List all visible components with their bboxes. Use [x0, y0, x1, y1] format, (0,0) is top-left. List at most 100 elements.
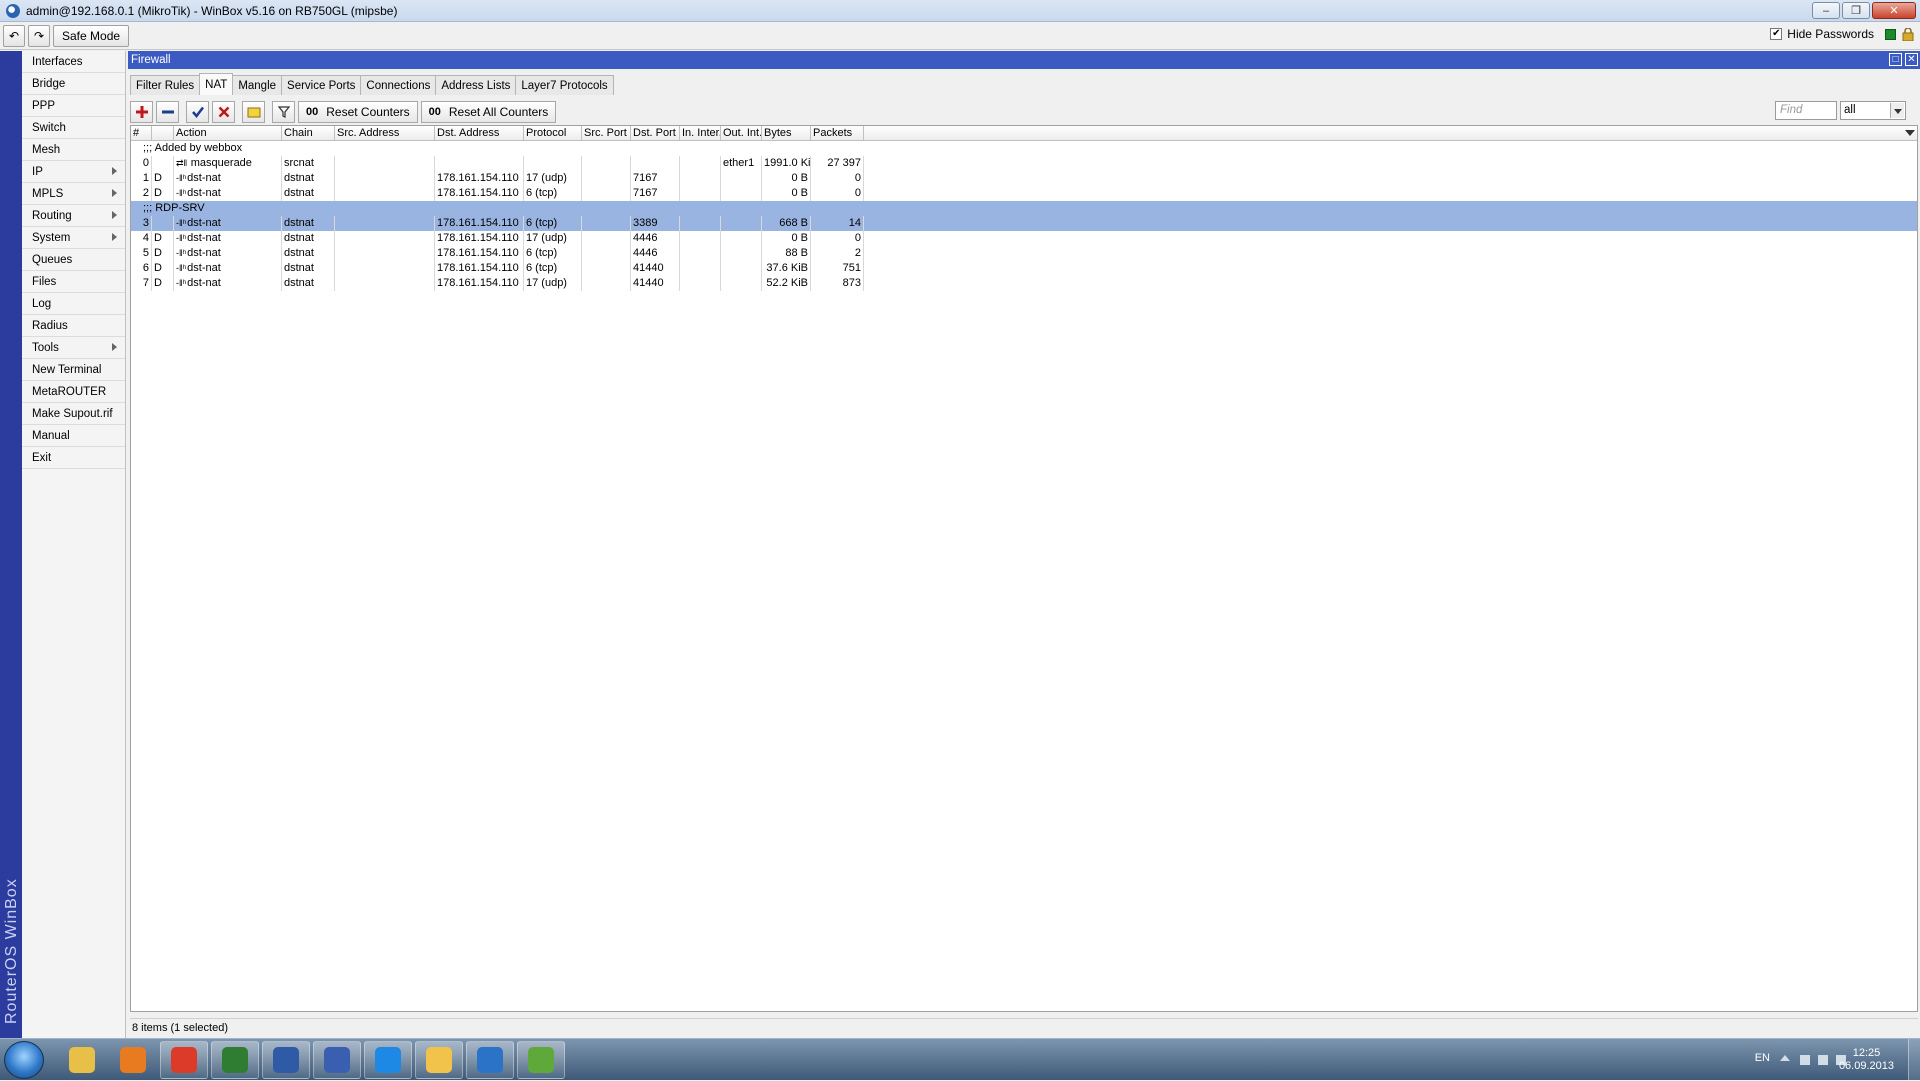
sidebar-item-radius[interactable]: Radius	[22, 315, 125, 337]
reset-counters-button[interactable]: 00 Reset Counters	[298, 101, 418, 123]
language-indicator[interactable]: EN	[1755, 1052, 1770, 1064]
table-row[interactable]: 4 D -‖ʰdst-nat dstnat 178.161.154.110 17 (udp…	[131, 231, 1917, 246]
cell-src	[335, 276, 435, 291]
column-header[interactable]: Dst. Address	[435, 126, 524, 140]
redo-button[interactable]: ↷	[28, 24, 50, 47]
hide-passwords-toggle[interactable]: ✔ Hide Passwords	[1770, 27, 1874, 41]
table-row[interactable]: 7 D -‖ʰdst-nat dstnat 178.161.154.110 17 (udp…	[131, 276, 1917, 291]
network-icon[interactable]	[517, 1041, 565, 1079]
column-header[interactable]: Src. Port	[582, 126, 631, 140]
tray-expand-icon[interactable]	[1780, 1055, 1790, 1061]
virtualbox-icon[interactable]	[262, 1041, 310, 1079]
teamviewer-icon[interactable]	[364, 1041, 412, 1079]
maximize-icon[interactable]: □	[1889, 53, 1902, 66]
column-header[interactable]: Src. Address	[335, 126, 435, 140]
table-row[interactable]: 3 -‖ʰdst-nat dstnat 178.161.154.110 6 (tcp) 3…	[131, 216, 1917, 231]
sidebar-item-mesh[interactable]: Mesh	[22, 139, 125, 161]
table-row[interactable]: 0⇄‖ masqueradesrcnatether11991.0 KiB27 3…	[131, 156, 1917, 171]
sidebar-item-tools[interactable]: Tools	[22, 337, 125, 359]
sidebar-item-queues[interactable]: Queues	[22, 249, 125, 271]
sidebar-item-interfaces[interactable]: Interfaces	[22, 51, 125, 73]
sidebar-item-log[interactable]: Log	[22, 293, 125, 315]
action-center-flag-icon[interactable]	[1800, 1055, 1810, 1065]
safe-mode-button[interactable]: Safe Mode	[53, 24, 130, 47]
tray-clock[interactable]: 12:25 06.09.2013	[1839, 1047, 1894, 1073]
comment-row[interactable]: ;;; Added by webbox	[131, 141, 1917, 156]
column-header[interactable]: Chain	[282, 126, 335, 140]
disable-button[interactable]	[212, 101, 235, 123]
column-header[interactable]: Bytes	[762, 126, 811, 140]
cell-flag: D	[152, 276, 174, 291]
filter-select[interactable]: all	[1840, 101, 1906, 120]
windows-taskbar: EN 12:25 06.09.2013	[0, 1038, 1920, 1081]
undo-button[interactable]: ↶	[3, 24, 25, 47]
table-row[interactable]: 1 D -‖ʰdst-nat dstnat 178.161.154.110 17 (udp…	[131, 171, 1917, 186]
close-window-button[interactable]: ✕	[1872, 2, 1916, 19]
chevron-down-icon[interactable]	[1890, 103, 1904, 118]
sidebar-item-routing[interactable]: Routing	[22, 205, 125, 227]
add-button[interactable]	[130, 101, 153, 123]
sidebar-item-mpls[interactable]: MPLS	[22, 183, 125, 205]
dst-nat-icon: -‖ʰ	[176, 233, 187, 243]
show-desktop-button[interactable]	[1908, 1039, 1920, 1081]
mail-icon[interactable]	[415, 1041, 463, 1079]
chrome-icon[interactable]	[160, 1041, 208, 1079]
media-player-icon[interactable]	[109, 1041, 157, 1079]
hide-passwords-checkbox[interactable]: ✔	[1770, 28, 1783, 40]
start-button[interactable]	[4, 1041, 44, 1079]
cell-sport	[582, 246, 631, 261]
sidebar-item-manual[interactable]: Manual	[22, 425, 125, 447]
sidebar-item-bridge[interactable]: Bridge	[22, 73, 125, 95]
column-header[interactable]: Action	[174, 126, 282, 140]
network-tray-icon[interactable]	[1818, 1055, 1828, 1065]
cell-packets: 0	[811, 186, 864, 201]
column-header[interactable]	[152, 126, 174, 140]
tab-address-lists[interactable]: Address Lists	[435, 75, 517, 95]
restore-button[interactable]: ❒	[1842, 2, 1870, 19]
sidebar-item-make-supout-rif[interactable]: Make Supout.rif	[22, 403, 125, 425]
tab-nat[interactable]: NAT	[199, 73, 234, 95]
minimize-button[interactable]: –	[1812, 2, 1840, 19]
dst-nat-icon: -‖ʰ	[176, 188, 187, 198]
cell-outif	[721, 246, 762, 261]
column-header[interactable]: Dst. Port	[631, 126, 680, 140]
column-header[interactable]: Protocol	[524, 126, 582, 140]
sidebar-item-switch[interactable]: Switch	[22, 117, 125, 139]
remove-button[interactable]	[156, 101, 179, 123]
table-row[interactable]: 2 D -‖ʰdst-nat dstnat 178.161.154.110 6 (tcp)…	[131, 186, 1917, 201]
find-input[interactable]: Find	[1775, 101, 1837, 120]
comment-row[interactable]: ;;; RDP-SRV	[131, 201, 1917, 216]
column-header[interactable]: In. Inter...	[680, 126, 721, 140]
table-row[interactable]: 6 D -‖ʰdst-nat dstnat 178.161.154.110 6 (tcp)…	[131, 261, 1917, 276]
explorer-icon[interactable]	[58, 1041, 106, 1079]
tab-layer7-protocols[interactable]: Layer7 Protocols	[515, 75, 614, 95]
sidebar-item-metarouter[interactable]: MetaROUTER	[22, 381, 125, 403]
enable-button[interactable]	[186, 101, 209, 123]
filter-button[interactable]	[272, 101, 295, 123]
tab-filter-rules[interactable]: Filter Rules	[130, 75, 201, 95]
column-header[interactable]: #	[131, 126, 152, 140]
tab-connections[interactable]: Connections	[360, 75, 437, 95]
sidebar-item-ip[interactable]: IP	[22, 161, 125, 183]
close-icon[interactable]: ✕	[1905, 53, 1918, 66]
sidebar-item-ppp[interactable]: PPP	[22, 95, 125, 117]
reset-all-counters-button[interactable]: 00 Reset All Counters	[420, 101, 557, 123]
cell-num: 2	[131, 186, 152, 201]
sidebar-item-system[interactable]: System	[22, 227, 125, 249]
sidebar-item-files[interactable]: Files	[22, 271, 125, 293]
column-header[interactable]: Out. Int...	[721, 126, 762, 140]
cell-action: -‖ʰdst-nat	[174, 276, 282, 291]
sidebar-item-exit[interactable]: Exit	[22, 447, 125, 469]
comment-button[interactable]	[242, 101, 265, 123]
skype-icon[interactable]	[466, 1041, 514, 1079]
tab-service-ports[interactable]: Service Ports	[281, 75, 362, 95]
winbox-icon[interactable]	[211, 1041, 259, 1079]
tab-mangle[interactable]: Mangle	[232, 75, 283, 95]
remote-desktop-icon[interactable]	[313, 1041, 361, 1079]
cell-num: 3	[131, 216, 152, 231]
clock-time: 12:25	[1852, 1047, 1881, 1059]
column-header[interactable]: Packets	[811, 126, 864, 140]
sidebar-item-new-terminal[interactable]: New Terminal	[22, 359, 125, 381]
column-menu-icon[interactable]	[1905, 130, 1915, 136]
table-row[interactable]: 5 D -‖ʰdst-nat dstnat 178.161.154.110 6 (tcp)…	[131, 246, 1917, 261]
